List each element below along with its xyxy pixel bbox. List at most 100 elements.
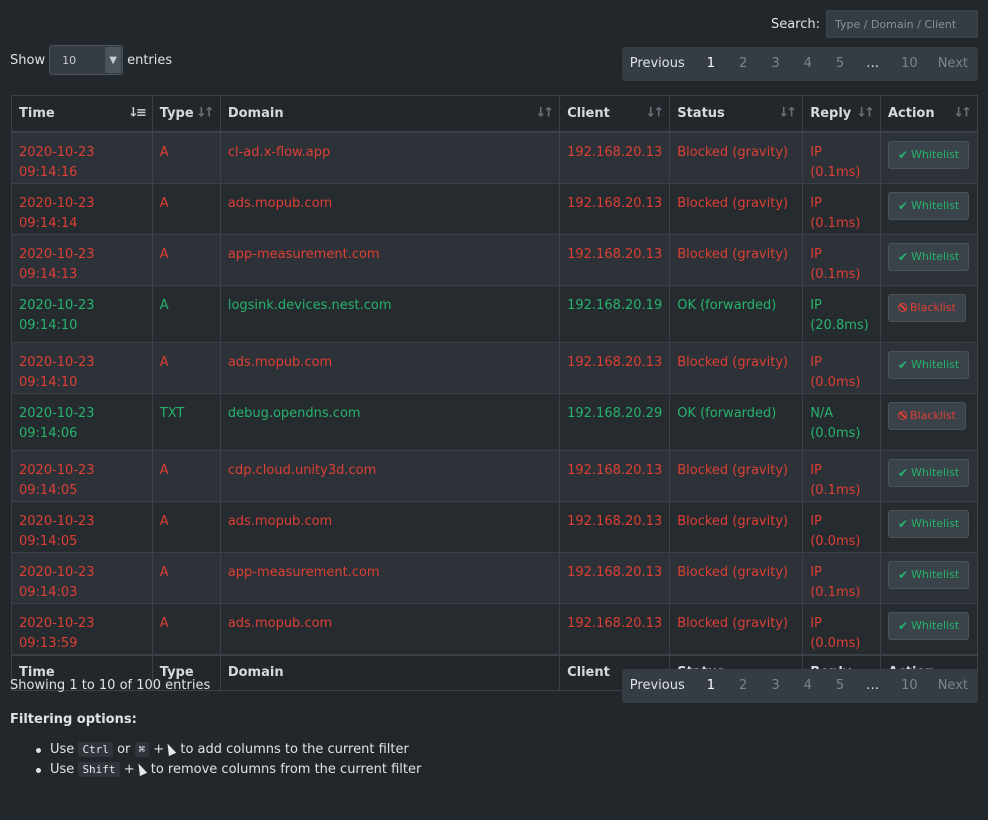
cell-domain: ads.mopub.com: [219, 500, 561, 553]
whitelist-button[interactable]: ✔ Whitelist: [887, 350, 970, 379]
column-header-reply[interactable]: Reply ↓↑: [802, 95, 881, 133]
cell-type: A: [151, 341, 221, 394]
pagination-page-5[interactable]: 5: [824, 47, 856, 81]
query-log-page: Search: Show 10 ▼ entries Previous 1 2 3…: [0, 0, 988, 820]
column-header-time[interactable]: Time ↓≡: [11, 95, 153, 133]
pagination-page-5[interactable]: 5: [824, 669, 856, 703]
cell-domain: ads.mopub.com: [219, 602, 561, 655]
action-label: Blacklist: [909, 300, 956, 314]
pagination-page-2[interactable]: 2: [727, 669, 759, 703]
cell-action: ✔ Whitelist: [879, 449, 979, 502]
cell-action: ✔ Whitelist: [879, 233, 979, 286]
whitelist-button[interactable]: ✔ Whitelist: [887, 458, 970, 487]
entries-length-control: Show 10 ▼ entries: [10, 45, 172, 75]
check-icon: ✔: [897, 198, 909, 213]
cell-client: 192.168.20.13: [559, 551, 671, 604]
cell-type: A: [151, 182, 221, 235]
mouse-pointer-icon: [134, 761, 147, 777]
pagination-next[interactable]: Next: [930, 47, 976, 81]
cell-status: Blocked (gravity): [669, 500, 804, 553]
show-label: Show: [10, 52, 46, 68]
whitelist-button[interactable]: ✔ Whitelist: [887, 509, 970, 538]
column-header-type[interactable]: Type ↓↑: [151, 95, 221, 133]
column-header-status[interactable]: Status ↓↑: [669, 95, 804, 133]
pagination-page-1[interactable]: 1: [695, 47, 727, 81]
pagination-page-last[interactable]: 10: [889, 47, 930, 81]
pagination-page-3[interactable]: 3: [759, 669, 791, 703]
cell-action: ✔ Whitelist: [879, 341, 979, 394]
check-icon: ✔: [897, 465, 909, 480]
cell-action: ✔ Whitelist: [879, 500, 979, 553]
blacklist-button[interactable]: Blacklist: [887, 293, 966, 322]
whitelist-button[interactable]: ✔ Whitelist: [887, 560, 970, 589]
cell-type: A: [151, 500, 221, 553]
whitelist-button[interactable]: ✔ Whitelist: [887, 140, 970, 169]
action-label: Whitelist: [911, 357, 960, 371]
table-row: 2020-10-23 09:14:14 Aads.mopub.com 192.168…: [11, 182, 979, 235]
cell-reply: IP (0.0ms): [802, 602, 881, 655]
check-icon: ✔: [897, 147, 909, 162]
cell-reply: IP (0.0ms): [802, 341, 881, 394]
table-row: 2020-10-23 09:14:10 Aads.mopub.com 192.168…: [11, 341, 979, 394]
check-icon: ✔: [897, 516, 909, 531]
column-header-action[interactable]: Action ↓↑: [879, 95, 979, 133]
pagination-previous[interactable]: Previous: [624, 47, 695, 81]
filtering-options-title: Filtering options:: [10, 712, 137, 727]
cell-time: 2020-10-23 09:14:14: [11, 182, 153, 235]
action-label: Whitelist: [911, 516, 960, 530]
cell-action: ✔ Whitelist: [879, 602, 979, 655]
column-header-client[interactable]: Client ↓↑: [559, 95, 671, 133]
pagination-page-2[interactable]: 2: [727, 47, 759, 81]
action-label: Whitelist: [911, 198, 960, 212]
cell-domain: cl-ad.x-flow.app: [219, 131, 561, 184]
action-label: Blacklist: [909, 408, 956, 422]
pagination-page-4[interactable]: 4: [792, 669, 824, 703]
table-row: 2020-10-23 09:14:03 Aapp-measurement.com 1…: [11, 551, 979, 604]
cell-reply: IP (0.1ms): [802, 449, 881, 502]
cell-client: 192.168.20.13: [559, 602, 671, 655]
sort-desc-icon: ↓≡: [127, 105, 147, 121]
cell-action: Blacklist: [879, 392, 979, 451]
table-row: 2020-10-23 09:13:59 Aads.mopub.com 192.168…: [11, 602, 979, 655]
check-icon: ✔: [897, 567, 909, 582]
table-header-row: Time ↓≡ Type ↓↑ Domain ↓↑ Client ↓↑ Status ↓↑…: [11, 95, 979, 133]
filtering-options-list: Use Ctrl or ⌘ + to add columns to the cu…: [36, 740, 421, 780]
cell-domain: cdp.cloud.unity3d.com: [219, 449, 561, 502]
cell-client: 192.168.20.13: [559, 500, 671, 553]
cell-status: Blocked (gravity): [669, 233, 804, 286]
blacklist-button[interactable]: Blacklist: [887, 401, 966, 430]
column-header-domain[interactable]: Domain ↓↑: [219, 95, 561, 133]
cell-time: 2020-10-23 09:14:16: [11, 131, 153, 184]
cell-client: 192.168.20.13: [559, 341, 671, 394]
cell-type: A: [151, 449, 221, 502]
search-label: Search:: [770, 16, 820, 32]
cell-reply: IP (0.0ms): [802, 500, 881, 553]
cell-client: 192.168.20.13: [559, 233, 671, 286]
whitelist-button[interactable]: ✔ Whitelist: [887, 242, 970, 271]
mouse-pointer-icon: [164, 741, 177, 757]
whitelist-button[interactable]: ✔ Whitelist: [887, 611, 970, 640]
cell-action: ✔ Whitelist: [879, 551, 979, 604]
whitelist-button[interactable]: ✔ Whitelist: [887, 191, 970, 220]
pagination-next[interactable]: Next: [930, 669, 976, 703]
cell-domain: ads.mopub.com: [219, 182, 561, 235]
cell-type: TXT: [151, 392, 221, 451]
shift-key: Shift: [78, 762, 120, 777]
cell-domain: ads.mopub.com: [219, 341, 561, 394]
cell-client: 192.168.20.19: [559, 284, 671, 343]
search-input[interactable]: [826, 10, 978, 38]
entries-select[interactable]: 10 ▼: [49, 45, 124, 75]
pagination-page-4[interactable]: 4: [792, 47, 824, 81]
pagination-previous[interactable]: Previous: [624, 669, 695, 703]
pagination-page-3[interactable]: 3: [759, 47, 791, 81]
pagination-page-last[interactable]: 10: [889, 669, 930, 703]
cell-type: A: [151, 602, 221, 655]
cell-type: A: [151, 284, 221, 343]
table-row: 2020-10-23 09:14:13 Aapp-measurement.com 1…: [11, 233, 979, 286]
action-label: Whitelist: [911, 618, 960, 632]
pagination-page-1[interactable]: 1: [695, 669, 727, 703]
ban-icon: [897, 411, 907, 420]
sort-icon: ↓↑: [645, 105, 664, 121]
table-row: 2020-10-23 09:14:06 TXT debug.opendns.com 1…: [11, 392, 979, 451]
cell-client: 192.168.20.13: [559, 131, 671, 184]
